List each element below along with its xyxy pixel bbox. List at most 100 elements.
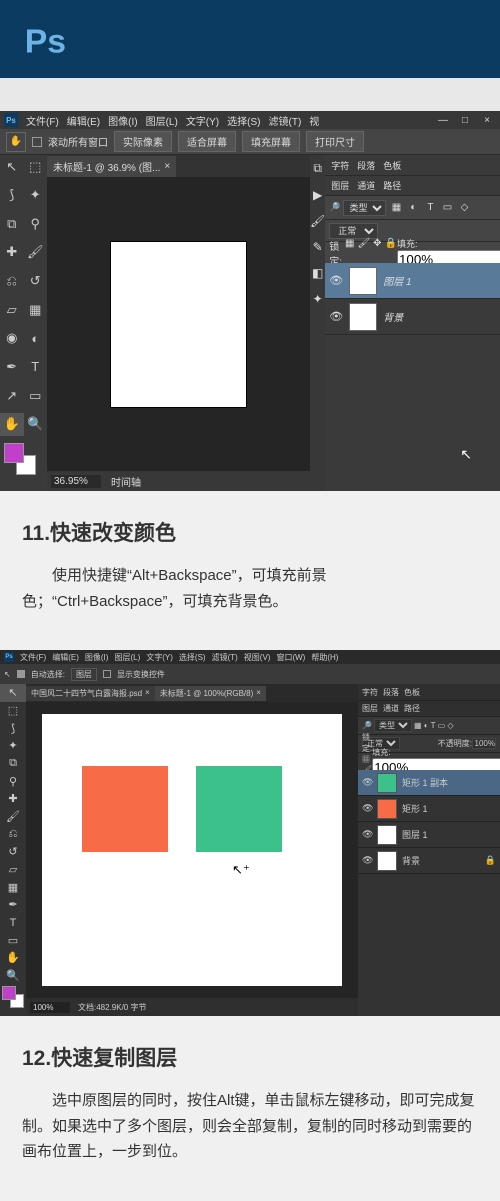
wand-tool[interactable]: ✦ (0, 737, 26, 755)
window-close-button[interactable]: × (478, 115, 496, 126)
history-brush-tool[interactable]: ↺ (0, 843, 26, 861)
checkbox-autoselect[interactable] (17, 670, 25, 678)
tab-char[interactable]: 字符 (331, 159, 349, 172)
layer-name[interactable]: 矩形 1 (402, 802, 428, 815)
canvas[interactable]: ↖⁺ (42, 714, 342, 986)
eyedropper-tool[interactable]: ⚲ (0, 772, 26, 790)
stamp-tool[interactable]: ⎌ (0, 825, 26, 843)
tab-layers[interactable]: 图层 (331, 179, 349, 192)
filter-smart-icon[interactable]: ◇ (457, 201, 471, 215)
blend-mode-select[interactable]: 正常 (329, 223, 378, 239)
tab-para[interactable]: 段落 (383, 687, 399, 698)
brush-panel-icon[interactable]: 🖌 (310, 214, 325, 228)
move-tool[interactable]: ↖ (0, 684, 26, 702)
menu-filter[interactable]: 滤镜(T) (212, 652, 238, 663)
color-swatches[interactable] (0, 441, 47, 485)
tab-paths[interactable]: 路径 (404, 703, 420, 714)
layer-name[interactable]: 图层 1 (383, 273, 411, 288)
menu-file[interactable]: 文件(F) (20, 652, 46, 663)
layer-thumb[interactable] (377, 825, 397, 845)
layer-thumb[interactable] (349, 267, 377, 295)
healing-tool[interactable]: ✚ (0, 241, 24, 264)
history-panel-icon[interactable]: ⧉ (313, 161, 322, 176)
window-maximize-button[interactable]: □ (456, 115, 474, 126)
menu-image[interactable]: 图像(I) (85, 652, 109, 663)
filter-icons[interactable]: ▦ ◐ T ▭ ◇ (414, 721, 454, 730)
filter-kind-select[interactable]: 类型 (343, 200, 386, 216)
filter-pixel-icon[interactable]: ▦ (389, 201, 403, 215)
layer-thumb[interactable] (377, 773, 397, 793)
color-swatches[interactable] (0, 984, 26, 1016)
marquee-tool[interactable]: ⬚ (0, 702, 26, 720)
tab-close-icon[interactable]: × (164, 161, 170, 172)
menu-file[interactable]: 文件(F) (26, 113, 59, 128)
layer-item[interactable]: 👁 矩形 1 副本 (358, 770, 500, 796)
blur-tool[interactable]: ◉ (0, 327, 24, 350)
checkbox-scroll-all[interactable] (32, 137, 42, 147)
eye-icon[interactable]: 👁 (329, 310, 343, 323)
eye-icon[interactable]: 👁 (362, 803, 372, 814)
brush-tool[interactable]: 🖌 (24, 241, 48, 264)
healing-tool[interactable]: ✚ (0, 790, 26, 808)
menu-help[interactable]: 帮助(H) (311, 652, 338, 663)
layers-panel-icon[interactable]: ◧ (312, 266, 323, 280)
tab-para[interactable]: 段落 (357, 159, 375, 172)
tab-close-icon[interactable]: × (256, 688, 261, 699)
type-tool[interactable]: T (0, 914, 26, 932)
document-tab[interactable]: 未标题-1 @ 36.9% (图... × (47, 156, 176, 177)
layer-name[interactable]: 背景 (402, 854, 420, 867)
menu-edit[interactable]: 编辑(E) (52, 652, 79, 663)
btn-fill-screen[interactable]: 填充屏幕 (242, 131, 300, 152)
lasso-tool[interactable]: ⟆ (0, 719, 26, 737)
btn-print-size[interactable]: 打印尺寸 (306, 131, 364, 152)
eraser-tool[interactable]: ▱ (0, 861, 26, 879)
history-brush-tool[interactable]: ↺ (24, 270, 48, 293)
brush2-panel-icon[interactable]: ✎ (313, 240, 323, 254)
tab-layers[interactable]: 图层 (362, 703, 378, 714)
menu-select[interactable]: 选择(S) (227, 113, 260, 128)
eye-icon[interactable]: 👁 (362, 855, 372, 866)
eye-icon[interactable]: 👁 (362, 777, 372, 788)
canvas[interactable] (111, 242, 246, 407)
filter-adj-icon[interactable]: ◐ (406, 201, 420, 215)
shape-tool[interactable]: ▭ (24, 384, 48, 407)
timeline-tab[interactable]: 时间轴 (111, 474, 141, 489)
tab-char[interactable]: 字符 (362, 687, 378, 698)
menu-window[interactable]: 窗口(W) (276, 652, 305, 663)
tab-channels[interactable]: 通道 (357, 179, 375, 192)
eye-icon[interactable]: 👁 (362, 829, 372, 840)
document-tab-2[interactable]: 未标题-1 @ 100%(RGB/8)× (155, 686, 266, 701)
menu-edit[interactable]: 编辑(E) (67, 113, 100, 128)
layer-item[interactable]: 👁 矩形 1 (358, 796, 500, 822)
autoselect-target[interactable]: 图层 (71, 668, 97, 681)
marquee-tool[interactable]: ⬚ (24, 155, 48, 178)
tab-close-icon[interactable]: × (145, 688, 150, 699)
gradient-tool[interactable]: ▦ (24, 298, 48, 321)
wand-tool[interactable]: ✦ (24, 184, 48, 207)
layer-item[interactable]: 👁 背景 🔒 (325, 299, 500, 335)
shape-rect-green[interactable] (196, 766, 282, 852)
layer-name[interactable]: 背景 (383, 309, 403, 324)
checkbox-transform[interactable] (103, 670, 111, 678)
tab-channels[interactable]: 通道 (383, 703, 399, 714)
tab-paths[interactable]: 路径 (383, 179, 401, 192)
window-minimize-button[interactable]: — (434, 115, 452, 126)
move-tool-icon[interactable]: ↖ (4, 670, 11, 679)
layer-item[interactable]: 👁 图层 1 (358, 822, 500, 848)
menu-layer[interactable]: 图层(L) (146, 113, 178, 128)
fg-swatch[interactable] (2, 986, 16, 1000)
menu-layer[interactable]: 图层(L) (114, 652, 140, 663)
shape-tool[interactable]: ▭ (0, 931, 26, 949)
filter-kind-select[interactable]: 类型 (374, 719, 412, 732)
layer-thumb[interactable] (377, 851, 397, 871)
pen-tool[interactable]: ✒ (0, 896, 26, 914)
eyedropper-tool[interactable]: ⚲ (24, 212, 48, 235)
crop-tool[interactable]: ⧉ (0, 755, 26, 773)
hand-tool[interactable]: ✋ (0, 413, 24, 436)
layer-thumb[interactable] (377, 799, 397, 819)
layer-item[interactable]: 👁 图层 1 (325, 263, 500, 299)
gradient-tool[interactable]: ▦ (0, 878, 26, 896)
menu-type[interactable]: 文字(Y) (146, 652, 173, 663)
brush-tool[interactable]: 🖌 (0, 808, 26, 826)
tab-swatch[interactable]: 色板 (404, 687, 420, 698)
